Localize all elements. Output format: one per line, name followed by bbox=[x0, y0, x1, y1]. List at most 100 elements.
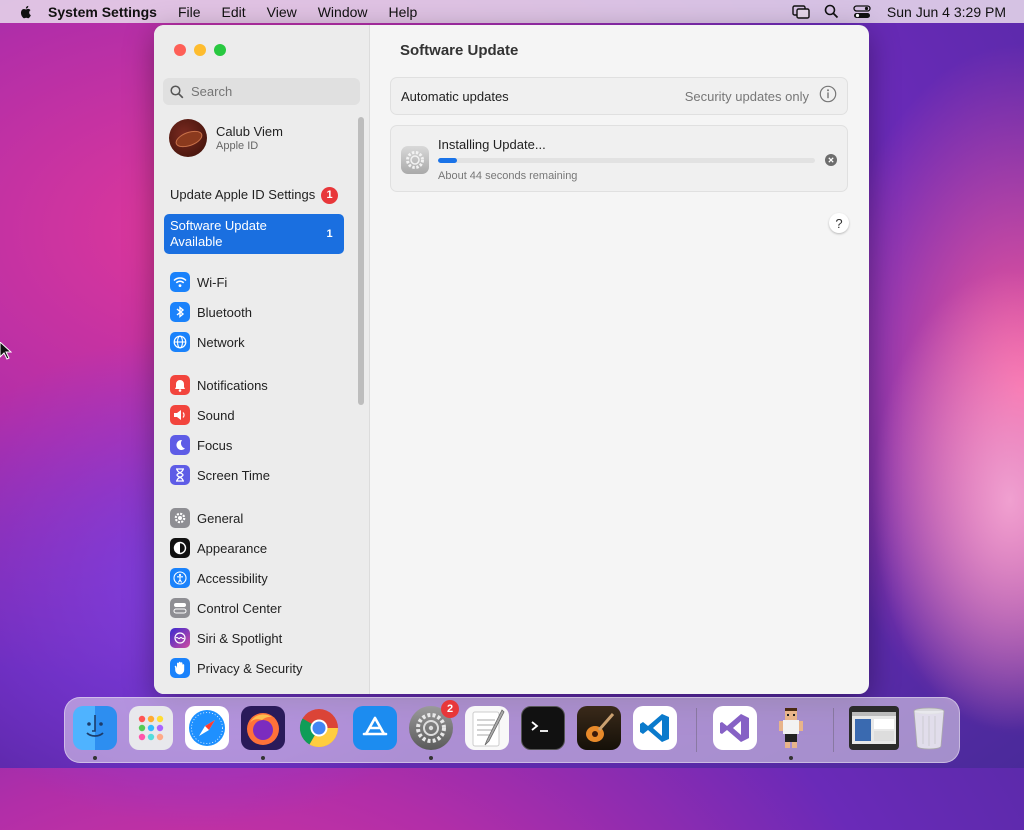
wifi-icon bbox=[170, 272, 190, 292]
spotlight-search-icon[interactable] bbox=[824, 4, 839, 19]
sidebar-scrollbar[interactable] bbox=[358, 117, 364, 405]
software-update-available-item[interactable]: Software Update Available 1 bbox=[164, 214, 344, 254]
firefox-icon bbox=[247, 713, 279, 745]
time-remaining: About 44 seconds remaining bbox=[438, 170, 578, 182]
sidebar-item-notifications[interactable]: Notifications bbox=[170, 372, 268, 398]
dock-garageband[interactable] bbox=[577, 706, 621, 750]
search-input[interactable] bbox=[189, 83, 353, 100]
safari-icon bbox=[189, 710, 225, 746]
sidebar-item-network[interactable]: Network bbox=[170, 329, 245, 355]
sidebar-item-label: Accessibility bbox=[197, 570, 268, 586]
dock-chrome[interactable] bbox=[297, 706, 341, 750]
sidebar-item-wifi[interactable]: Wi-Fi bbox=[170, 269, 227, 295]
trash-icon bbox=[913, 707, 945, 750]
info-icon[interactable] bbox=[819, 85, 837, 108]
screen-mirroring-icon[interactable] bbox=[792, 4, 810, 19]
launchpad-icon bbox=[138, 715, 164, 741]
dock: 2 bbox=[64, 697, 960, 763]
vscode-icon bbox=[640, 714, 669, 742]
sidebar-item-label: Sound bbox=[197, 407, 235, 423]
guitar-icon bbox=[586, 713, 615, 742]
close-window-button[interactable] bbox=[174, 44, 186, 56]
finder-icon bbox=[86, 715, 104, 737]
window-thumbnail-icon bbox=[852, 712, 896, 744]
sidebar-item-label: Wi-Fi bbox=[197, 274, 228, 290]
window-controls bbox=[174, 44, 234, 56]
sidebar-item-label: Notifications bbox=[197, 377, 268, 393]
terminal-icon bbox=[531, 721, 548, 732]
bell-icon bbox=[170, 375, 190, 395]
zoom-window-button[interactable] bbox=[214, 44, 226, 56]
close-icon bbox=[828, 157, 834, 163]
install-status-title: Installing Update... bbox=[438, 137, 546, 152]
main-pane: Software Update Automatic updates Securi… bbox=[370, 25, 869, 694]
sidebar-item-privacy-security[interactable]: Privacy & Security bbox=[170, 655, 302, 681]
update-apple-id-settings-item[interactable]: Update Apple ID Settings 1 bbox=[164, 175, 344, 215]
apple-id-profile[interactable]: Calub Viem Apple ID bbox=[169, 119, 283, 157]
sidebar-item-focus[interactable]: Focus bbox=[170, 432, 232, 458]
dock-character-app[interactable] bbox=[769, 706, 813, 760]
sidebar-item-appearance[interactable]: Appearance bbox=[170, 535, 267, 561]
menu-file[interactable]: File bbox=[178, 4, 201, 20]
visual-studio-icon bbox=[720, 714, 749, 742]
bluetooth-icon bbox=[170, 302, 190, 322]
sidebar-item-control-center[interactable]: Control Center bbox=[170, 595, 282, 621]
help-button[interactable]: ? bbox=[829, 213, 849, 233]
menu-app-name[interactable]: System Settings bbox=[48, 4, 157, 20]
sidebar-item-label: Siri & Spotlight bbox=[197, 630, 283, 646]
menu-help[interactable]: Help bbox=[389, 4, 418, 20]
dock-safari[interactable] bbox=[185, 706, 229, 750]
chrome-icon bbox=[299, 709, 339, 748]
dock-vscode[interactable] bbox=[633, 706, 677, 750]
dock-trash[interactable] bbox=[907, 706, 951, 750]
sidebar-item-screen-time[interactable]: Screen Time bbox=[170, 462, 270, 488]
system-settings-window: Calub Viem Apple ID Update Apple ID Sett… bbox=[154, 25, 869, 694]
install-progress-fill bbox=[438, 158, 457, 163]
dock-finder[interactable] bbox=[73, 706, 117, 760]
app-store-icon bbox=[362, 716, 388, 736]
page-title: Software Update bbox=[400, 42, 519, 59]
automatic-updates-row: Automatic updates Security updates only bbox=[390, 77, 848, 115]
sidebar-item-siri-spotlight[interactable]: Siri & Spotlight bbox=[170, 625, 282, 651]
dock-minimized-window[interactable] bbox=[849, 706, 899, 750]
speaker-icon bbox=[170, 405, 190, 425]
menu-clock[interactable]: Sun Jun 4 3:29 PM bbox=[887, 4, 1006, 20]
menu-window[interactable]: Window bbox=[318, 4, 368, 20]
dock-app-store[interactable] bbox=[353, 706, 397, 750]
notice-label: Update Apple ID Settings bbox=[170, 187, 316, 202]
accessibility-icon bbox=[170, 568, 190, 588]
hand-icon bbox=[170, 658, 190, 678]
dock-launchpad[interactable] bbox=[129, 706, 173, 750]
hourglass-icon bbox=[170, 465, 190, 485]
profile-name: Calub Viem bbox=[216, 124, 283, 139]
dock-system-settings[interactable]: 2 bbox=[409, 700, 459, 760]
sidebar-item-sound[interactable]: Sound bbox=[170, 402, 235, 428]
moon-icon bbox=[170, 435, 190, 455]
minimize-window-button[interactable] bbox=[194, 44, 206, 56]
sidebar-item-label: Privacy & Security bbox=[197, 660, 303, 676]
dock-terminal[interactable] bbox=[521, 706, 565, 750]
sidebar-item-general[interactable]: General bbox=[170, 505, 243, 531]
update-count-badge: 1 bbox=[326, 228, 333, 240]
sidebar-item-label: Focus bbox=[197, 437, 233, 453]
siri-icon bbox=[170, 628, 190, 648]
automatic-updates-value: Security updates only bbox=[684, 88, 809, 104]
sidebar-item-label: Screen Time bbox=[197, 467, 270, 483]
control-center-icon[interactable] bbox=[853, 4, 871, 19]
apple-logo-icon[interactable] bbox=[18, 4, 34, 20]
menu-edit[interactable]: Edit bbox=[222, 4, 246, 20]
mouse-cursor-icon bbox=[0, 342, 12, 360]
notification-badge: 1 bbox=[321, 186, 338, 204]
dock-separator bbox=[696, 708, 697, 752]
sidebar-item-accessibility[interactable]: Accessibility bbox=[170, 565, 268, 591]
toggles-icon bbox=[170, 598, 190, 618]
avatar bbox=[169, 119, 207, 157]
cancel-update-button[interactable] bbox=[825, 154, 837, 166]
dock-firefox[interactable] bbox=[241, 706, 285, 760]
menu-view[interactable]: View bbox=[267, 4, 297, 20]
sidebar-item-bluetooth[interactable]: Bluetooth bbox=[170, 299, 252, 325]
dock-textedit[interactable] bbox=[465, 706, 509, 750]
sidebar-item-label: Bluetooth bbox=[197, 304, 252, 320]
search-field[interactable] bbox=[163, 78, 360, 105]
dock-visual-studio[interactable] bbox=[713, 706, 757, 750]
